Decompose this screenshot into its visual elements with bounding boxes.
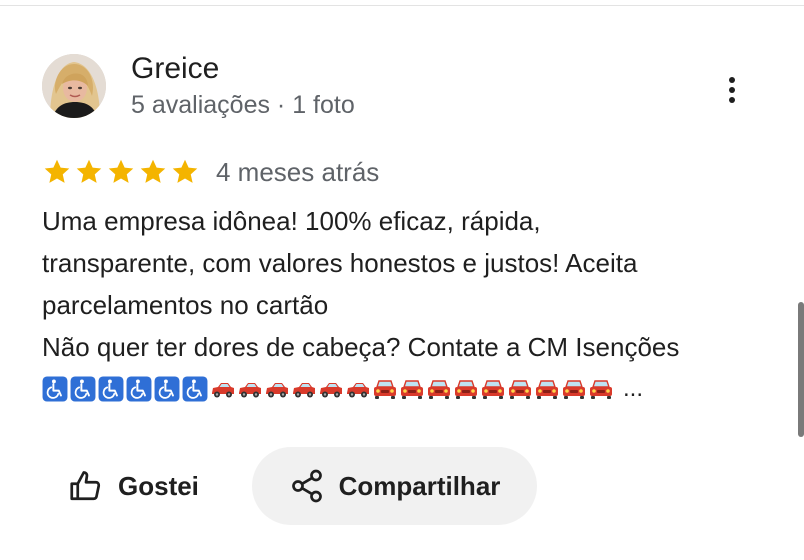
like-label: Gostei [118, 471, 199, 501]
star-icon [108, 159, 134, 183]
red-car-front-emoji-icon [590, 380, 612, 399]
wheelchair-emoji-icon [154, 376, 180, 402]
share-label: Compartilhar [338, 471, 501, 501]
red-car-side-emoji-icon [266, 383, 288, 398]
more-vertical-icon [729, 77, 735, 83]
wheelchair-emoji-icon [98, 376, 124, 402]
top-divider [0, 0, 804, 6]
wheelchair-emoji-icon [70, 376, 96, 402]
more-vertical-icon-dot [729, 97, 735, 103]
red-car-side-emoji-icon [320, 383, 342, 398]
review-line: parcelamentos no cartão [42, 290, 329, 320]
review-date: 4 meses atrás [216, 157, 380, 187]
red-car-front-emoji-icon [455, 380, 477, 399]
red-car-front-emoji-icon [482, 380, 504, 399]
star-rating [42, 157, 200, 187]
star-icon [140, 159, 166, 183]
star-icon [172, 159, 198, 183]
share-icon [291, 469, 322, 503]
review-text: Uma empresa idônea! 100% eficaz, rápida,… [42, 200, 762, 368]
wheelchair-emoji-icon [42, 376, 68, 402]
review-line: Uma empresa idônea! 100% eficaz, rápida, [42, 206, 541, 236]
more-vertical-icon-dot [729, 87, 735, 93]
thumbs-up-icon [70, 471, 101, 501]
reviewer-name[interactable]: Greice [131, 52, 219, 86]
truncation-ellipsis[interactable]: ... [623, 377, 643, 401]
red-car-front-emoji-icon [401, 380, 423, 399]
scrollbar[interactable] [798, 302, 804, 437]
review-line: transparente, com valores honestos e jus… [42, 248, 638, 278]
avatar[interactable] [42, 54, 106, 118]
red-car-side-emoji-icon [239, 383, 261, 398]
red-car-front-emoji-icon [563, 380, 585, 399]
rating-row: 4 meses atrás [42, 155, 379, 189]
star-icon [76, 159, 102, 183]
reviewer-meta[interactable]: 5 avaliações · 1 foto [131, 90, 355, 120]
like-button[interactable]: Gostei [56, 450, 211, 522]
red-car-front-emoji-icon [536, 380, 558, 399]
red-car-front-emoji-icon [428, 380, 450, 399]
review-line: Não quer ter dores de cabeça? Contate a … [42, 332, 680, 362]
red-car-front-emoji-icon [374, 380, 396, 399]
red-car-side-emoji-icon [293, 383, 315, 398]
wheelchair-emoji-icon [126, 376, 152, 402]
star-icon [44, 159, 70, 183]
red-car-front-emoji-icon [509, 380, 531, 399]
review-card: Greice 5 avaliações · 1 foto 4 meses atr… [0, 0, 804, 560]
avatar-photo [42, 54, 106, 118]
emoji-row: ... [42, 375, 643, 403]
wheelchair-emoji-icon [182, 376, 208, 402]
red-car-side-emoji-icon [347, 383, 369, 398]
red-car-side-emoji-icon [212, 383, 234, 398]
more-options-button[interactable] [716, 70, 748, 110]
share-button[interactable]: Compartilhar [252, 447, 537, 525]
